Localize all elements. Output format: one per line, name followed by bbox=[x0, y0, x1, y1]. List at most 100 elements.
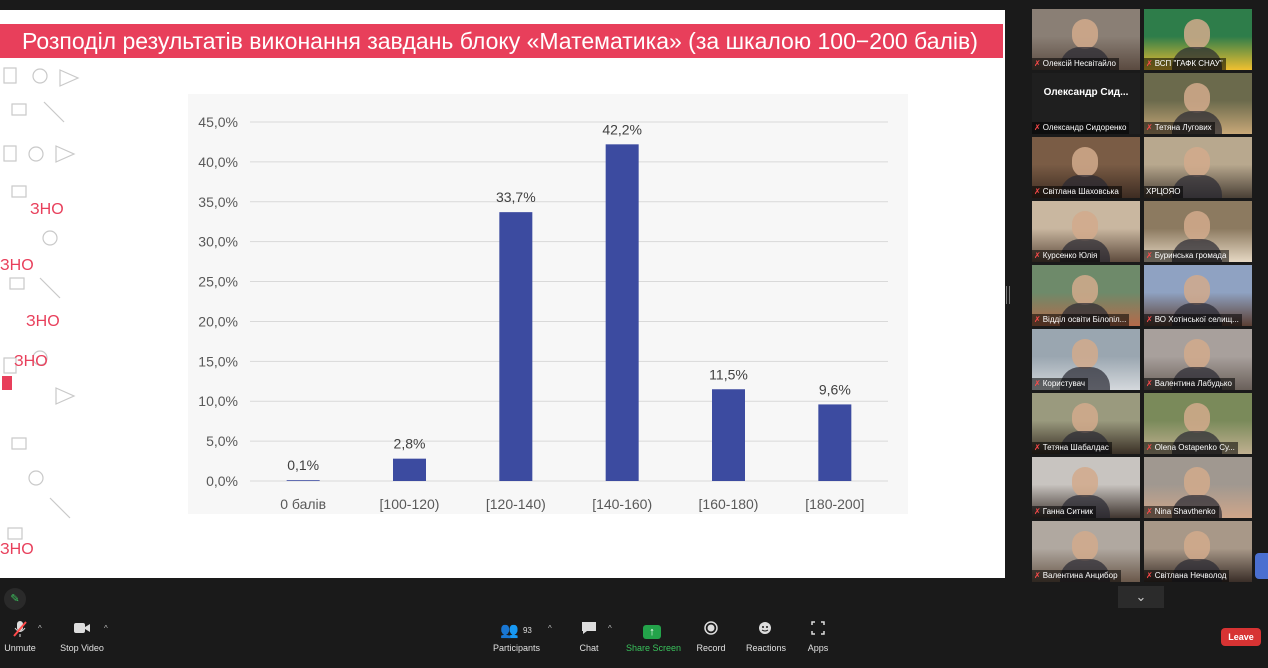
video-options-caret[interactable]: ^ bbox=[104, 624, 108, 633]
person-silhouette bbox=[1072, 403, 1098, 433]
participant-name: Світлана Нечволод bbox=[1154, 571, 1227, 580]
x-tick-label: [120-140) bbox=[486, 496, 546, 512]
deco-text: ЗНО bbox=[26, 313, 60, 330]
chat-options-caret[interactable]: ^ bbox=[608, 624, 612, 633]
participant-tile[interactable]: ✗ Світлана Шаховська bbox=[1032, 137, 1140, 198]
participant-name: ХРЦОЯО bbox=[1146, 187, 1181, 196]
deco-text: ЗНО bbox=[30, 201, 64, 218]
shared-slide: Розподіл результатів виконання завдань б… bbox=[0, 10, 1005, 578]
smiley-plus-icon bbox=[746, 620, 784, 642]
person-silhouette bbox=[1184, 211, 1210, 241]
participants-options-caret[interactable]: ^ bbox=[548, 624, 552, 633]
participants-count: 93 bbox=[522, 626, 532, 635]
deco-text: ЗНО bbox=[0, 541, 34, 558]
participant-tile[interactable]: ✗ Тетяна Шабалдас bbox=[1032, 393, 1140, 454]
x-tick-label: 0 балів bbox=[280, 496, 326, 512]
participant-tile[interactable]: ✗ Курсенко Юлія bbox=[1032, 201, 1140, 262]
participant-name-label: ✗ Ганна Ситник bbox=[1032, 506, 1096, 518]
participant-name-label: ✗ Олексій Несвітайло bbox=[1032, 58, 1119, 70]
participant-tile[interactable]: ✗ Olena Ostapenko Су... bbox=[1144, 393, 1252, 454]
person-silhouette bbox=[1184, 403, 1210, 433]
unmute-button[interactable]: Unmute bbox=[4, 620, 36, 664]
participant-name-label: ✗ Відділ освіти Білопіл... bbox=[1032, 314, 1130, 326]
apps-button[interactable]: Apps bbox=[806, 620, 830, 664]
participant-tile[interactable]: ✗ Олексій Несвітайло bbox=[1032, 9, 1140, 70]
data-label: 9,6% bbox=[819, 381, 851, 397]
person-silhouette bbox=[1072, 147, 1098, 177]
book-icon bbox=[11, 437, 27, 450]
y-tick-label: 15,0% bbox=[198, 353, 238, 369]
participant-tile[interactable]: ✗ Буринська громада bbox=[1144, 201, 1252, 262]
y-tick-label: 5,0% bbox=[206, 433, 238, 449]
chat-bubble-icon bbox=[576, 620, 602, 642]
share-screen-button[interactable]: ↑ Share Screen bbox=[626, 620, 681, 664]
person-silhouette bbox=[1184, 147, 1210, 177]
doc-icon bbox=[3, 145, 17, 162]
participant-tile[interactable]: ✗ Валентина Анцибор bbox=[1032, 521, 1140, 582]
record-label: Record bbox=[696, 643, 726, 653]
participant-gallery: ✗ Олексій Несвітайло ✗ ВСП "ГАФК СНАУ" Олекс… bbox=[1030, 8, 1254, 588]
bar-chart-svg: 0,0% 5,0% 10,0% 15,0% 20,0% 25,0% 30,0% 35,0% 40… bbox=[198, 114, 888, 512]
mic-muted-icon: ✗ bbox=[1146, 315, 1153, 324]
slide-title: Розподіл результатів виконання завдань б… bbox=[0, 24, 1003, 58]
participant-name: Валентина Анцибор bbox=[1042, 571, 1118, 580]
bar bbox=[499, 212, 533, 481]
participant-name-label: ХРЦОЯО bbox=[1144, 186, 1184, 198]
participant-name-label: ✗ Nina Shavthenko bbox=[1144, 506, 1219, 518]
side-panel-tab[interactable] bbox=[1255, 553, 1268, 579]
mic-muted-icon: ✗ bbox=[1146, 251, 1153, 260]
stop-video-button[interactable]: Stop Video bbox=[60, 620, 104, 664]
participant-tile[interactable]: ✗ ВО Хотінської селищ... bbox=[1144, 265, 1252, 326]
participant-tile[interactable]: Олександр Сид... ✗ Олександр Сидоренко bbox=[1032, 73, 1140, 134]
person-silhouette bbox=[1184, 531, 1210, 561]
participant-name-label: ✗ ВСП "ГАФК СНАУ" bbox=[1144, 58, 1226, 70]
participant-tile[interactable]: ✗ Відділ освіти Білопіл... bbox=[1032, 265, 1140, 326]
participant-name: Валентина Лабудько bbox=[1154, 379, 1232, 388]
mic-muted-icon: ✗ bbox=[1034, 251, 1041, 260]
audio-options-caret[interactable]: ^ bbox=[38, 624, 42, 633]
mic-muted-icon: ✗ bbox=[1034, 443, 1041, 452]
participant-tile[interactable]: ✗ Користувач bbox=[1032, 329, 1140, 390]
participant-name-label: ✗ Тетяна Шабалдас bbox=[1032, 442, 1112, 454]
pencil-icon bbox=[39, 277, 61, 299]
person-silhouette bbox=[1072, 531, 1098, 561]
person-silhouette bbox=[1184, 83, 1210, 113]
participants-button[interactable]: 👥 93 Participants bbox=[493, 620, 541, 664]
mic-muted-icon: ✗ bbox=[1034, 123, 1041, 132]
record-button[interactable]: Record bbox=[696, 620, 726, 664]
y-tick-label: 45,0% bbox=[198, 114, 238, 130]
y-tick-label: 20,0% bbox=[198, 313, 238, 329]
participant-name: Ганна Ситник bbox=[1042, 507, 1093, 516]
mic-muted-icon: ✗ bbox=[1146, 59, 1153, 68]
leave-button[interactable]: Leave bbox=[1221, 628, 1261, 646]
participant-tile[interactable]: ✗ Світлана Нечволод bbox=[1144, 521, 1252, 582]
book-icon bbox=[11, 103, 27, 116]
participant-tile[interactable]: ✗ Тетяна Лугових bbox=[1144, 73, 1252, 134]
doc-icon bbox=[3, 67, 17, 84]
data-label: 0,1% bbox=[287, 457, 319, 473]
participant-name: Користувач bbox=[1042, 379, 1086, 388]
reactions-label: Reactions bbox=[746, 643, 787, 653]
chat-button[interactable]: Chat bbox=[576, 620, 602, 664]
participant-tile[interactable]: ✗ Валентина Лабудько bbox=[1144, 329, 1252, 390]
deco-text: ЗНО bbox=[14, 353, 48, 370]
y-tick-label: 0,0% bbox=[206, 473, 238, 489]
participant-tile[interactable]: ✗ Ганна Ситник bbox=[1032, 457, 1140, 518]
book-icon bbox=[11, 185, 27, 198]
gallery-scroll-down-button[interactable]: ⌄ bbox=[1118, 586, 1164, 608]
participant-name: Відділ освіти Білопіл... bbox=[1042, 315, 1127, 324]
mic-muted-icon bbox=[4, 620, 36, 642]
participant-tile[interactable]: ХРЦОЯО bbox=[1144, 137, 1252, 198]
participant-name: ВСП "ГАФК СНАУ" bbox=[1154, 59, 1223, 68]
reactions-button[interactable]: Reactions bbox=[746, 620, 787, 664]
security-shield-icon[interactable]: ✎ bbox=[4, 588, 26, 610]
mic-muted-icon: ✗ bbox=[1034, 571, 1041, 580]
split-divider-handle[interactable] bbox=[1006, 286, 1010, 304]
participant-name-label: ✗ Олександр Сидоренко bbox=[1032, 122, 1130, 134]
participant-tile[interactable]: ✗ Nina Shavthenko bbox=[1144, 457, 1252, 518]
participants-label: Participants bbox=[493, 643, 541, 653]
mic-muted-icon: ✗ bbox=[1034, 379, 1041, 388]
mic-muted-icon: ✗ bbox=[1146, 443, 1153, 452]
participant-tile[interactable]: ✗ ВСП "ГАФК СНАУ" bbox=[1144, 9, 1252, 70]
participant-name-label: ✗ Світлана Шаховська bbox=[1032, 186, 1122, 198]
